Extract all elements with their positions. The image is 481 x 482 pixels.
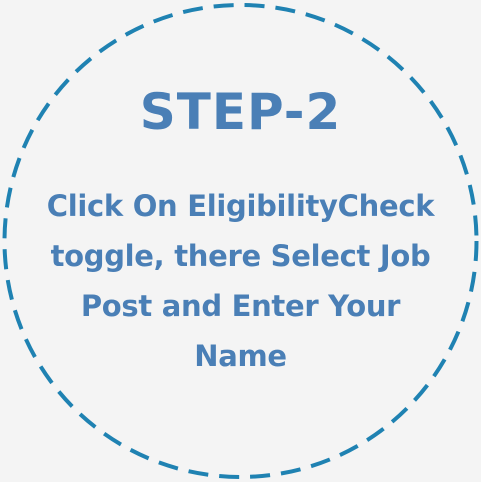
step-title: STEP-2 [139, 83, 342, 141]
instruction-line-1: Click On EligibilityCheck [46, 189, 435, 223]
instruction-line-4: Name [194, 339, 287, 373]
step-card: STEP-2 Click On EligibilityCheck toggle,… [0, 0, 481, 482]
instruction-line-2: toggle, there Select Job [50, 239, 431, 273]
step-content: STEP-2 Click On EligibilityCheck toggle,… [0, 0, 481, 482]
step-instructions: Click On EligibilityCheck toggle, there … [22, 181, 459, 381]
instruction-line-3: Post and Enter Your [80, 289, 401, 323]
